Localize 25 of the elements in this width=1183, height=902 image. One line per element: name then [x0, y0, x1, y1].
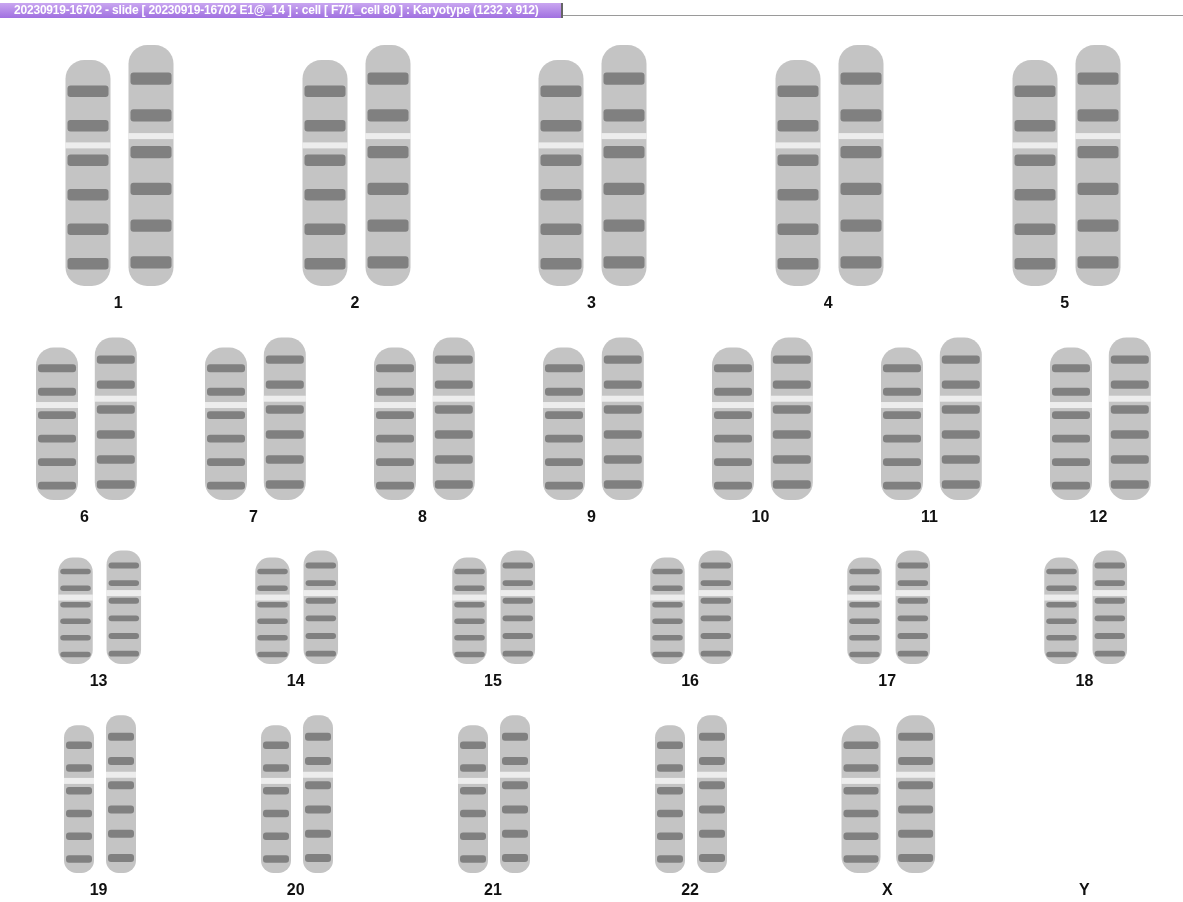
- chromosome-number: 21: [484, 881, 502, 899]
- chromosome-number: 5: [1060, 294, 1070, 312]
- chromosome-number: 1: [113, 294, 123, 312]
- chromosome-number: 3: [587, 294, 596, 312]
- chromosome-number: 17: [878, 672, 897, 690]
- chromosome-number: X: [881, 881, 893, 899]
- chromosome-number: 6: [80, 508, 89, 526]
- chromosome-number: 15: [484, 672, 502, 690]
- chromosome-number: 10: [751, 508, 770, 526]
- chromosome-number: 12: [1089, 508, 1108, 526]
- chromosome-number: 22: [681, 881, 699, 899]
- chromosome-number: 9: [587, 508, 596, 526]
- chromosome-number: 8: [418, 508, 427, 526]
- chromosome-number: 2: [350, 294, 360, 312]
- chromosome-number: Y: [1079, 881, 1090, 899]
- chromosome-number: 18: [1075, 672, 1094, 690]
- chromosome-number: 14: [286, 672, 305, 690]
- chromosome-number: 13: [89, 672, 108, 690]
- chromosome-number: 16: [681, 672, 699, 690]
- window-title: 20230919-16702 - slide [ 20230919-16702 E1@_14 ] : cell [ F7/1_cell 80 ] : Karyotype (1232 x 912): [0, 3, 563, 18]
- chromosome-number: 20: [286, 881, 305, 899]
- chromosome-number: 11: [921, 508, 938, 526]
- chromosome-number: 4: [823, 294, 833, 312]
- chromosome-number: 19: [89, 881, 108, 899]
- chromosome-number: 7: [249, 508, 258, 526]
